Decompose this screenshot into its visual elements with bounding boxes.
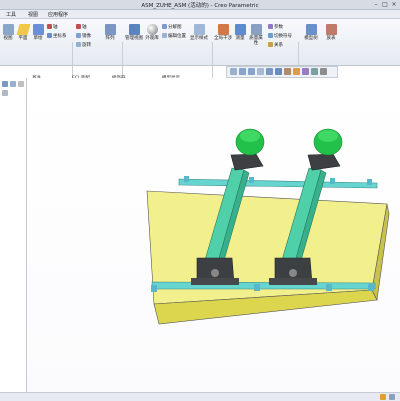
mass-properties-tool[interactable]: 质量属性	[248, 24, 264, 46]
assembly-model	[146, 128, 390, 325]
menu-applications[interactable]: 应用程序	[48, 11, 68, 18]
appearance-icon	[146, 24, 158, 35]
front-rail-bolt	[326, 284, 332, 291]
model-tree-icon	[305, 24, 317, 35]
saved-views-icon[interactable]	[266, 68, 273, 75]
menu-bar: 工具 视图 应用程序	[0, 10, 400, 19]
spin-center-icon[interactable]	[311, 68, 318, 75]
mirror-tool[interactable]: 镜像	[76, 33, 91, 39]
exploded-view-tool[interactable]: 分解图	[162, 24, 182, 30]
plane-icon	[16, 24, 30, 35]
back-rail	[178, 178, 378, 189]
maximize-icon[interactable]: □	[381, 1, 389, 8]
back-rail-bolt	[367, 179, 372, 185]
back-rail-bolt	[330, 178, 335, 184]
switch-symbols-tool[interactable]: 切换符号	[268, 33, 292, 39]
title-bar: ASM_ZUHE_ASM (活动的) - Creo Parametric – □…	[0, 0, 400, 10]
left-knob-top	[240, 130, 260, 142]
folder-icon[interactable]	[10, 81, 16, 87]
manage-views-icon	[128, 24, 140, 35]
display-style-icon	[193, 24, 205, 35]
front-rail-bolt	[368, 284, 374, 291]
menu-tools[interactable]: 工具	[6, 11, 16, 18]
global-interference-icon	[217, 24, 229, 35]
left-bottom-flange	[191, 278, 239, 285]
minimize-icon[interactable]: –	[372, 1, 380, 8]
front-rail	[151, 281, 376, 290]
right-top-block	[307, 153, 341, 171]
settings-icon[interactable]	[2, 90, 8, 96]
graphics-area[interactable]	[27, 78, 400, 392]
left-top-block	[230, 153, 264, 171]
front-rail-bolt	[254, 284, 260, 291]
datum-display-icon[interactable]	[293, 68, 300, 75]
annotation-display-icon[interactable]	[302, 68, 309, 75]
status-icon[interactable]	[380, 394, 386, 400]
window-title: ASM_ZUHE_ASM (活动的) - Creo Parametric	[141, 3, 259, 9]
view-manager-icon[interactable]	[320, 68, 327, 75]
appearance-tool[interactable]: 外观库	[144, 24, 160, 41]
chevron-down-icon[interactable]	[18, 81, 24, 87]
axis-tool[interactable]: 轴	[47, 24, 58, 30]
csys-tool[interactable]: 坐标系	[47, 33, 67, 39]
measure-icon	[234, 24, 246, 35]
view-tool[interactable]: 视图	[1, 24, 15, 41]
model-tree-tool[interactable]: 模型树	[302, 24, 320, 41]
manage-views-tool[interactable]: 管理视图	[125, 24, 143, 41]
display-style-tool[interactable]: 显示样式	[190, 24, 208, 41]
zoom-out-icon[interactable]	[248, 68, 255, 75]
right-bottom-hole	[289, 269, 297, 277]
tree-icon[interactable]	[2, 81, 8, 87]
view-icon	[2, 24, 14, 35]
menu-view[interactable]: 视图	[28, 11, 38, 18]
front-rail-bolt	[151, 285, 157, 292]
family-table-tool[interactable]: 族表	[322, 24, 340, 41]
model-tree-panel	[0, 78, 27, 400]
ribbon-separator	[212, 42, 213, 82]
relations-tool[interactable]: 关系	[268, 42, 283, 48]
mass-properties-icon	[250, 24, 262, 35]
refit-icon[interactable]	[230, 68, 237, 75]
edit-position-tool[interactable]: 编辑位置	[162, 33, 186, 39]
zoom-in-icon[interactable]	[239, 68, 246, 75]
back-rail-bolt	[184, 176, 189, 182]
back-rail-bolt	[249, 177, 254, 183]
plane-tool[interactable]: 平面	[16, 24, 30, 41]
right-knob-top	[318, 130, 338, 142]
family-table-icon	[325, 24, 337, 35]
right-bottom-flange	[269, 278, 317, 285]
rotate-tool[interactable]: 旋转	[76, 42, 91, 48]
global-interference-tool[interactable]: 全局干涉	[214, 24, 232, 41]
close-icon[interactable]: ×	[390, 1, 398, 8]
display-style-icon[interactable]	[275, 68, 282, 75]
axis-tool-2[interactable]: 轴	[76, 24, 87, 30]
filter-icon[interactable]	[389, 394, 395, 400]
graphics-toolbar	[226, 66, 338, 78]
sketch-icon	[32, 24, 44, 35]
ribbon: 视图 平面 草绘 轴 坐标系 轴 镜像 旋转 阵列 管理视图 外观库 分解图 编…	[0, 19, 400, 82]
measure-tool[interactable]: 测量	[233, 24, 247, 41]
pattern-icon	[104, 24, 116, 35]
left-bottom-hole	[211, 269, 219, 277]
pattern-tool[interactable]: 阵列	[102, 24, 118, 41]
sketch-tool[interactable]: 草绘	[31, 24, 45, 41]
perspective-icon[interactable]	[284, 68, 291, 75]
repaint-icon[interactable]	[257, 68, 264, 75]
parameters-tool[interactable]: 参数	[268, 24, 283, 30]
